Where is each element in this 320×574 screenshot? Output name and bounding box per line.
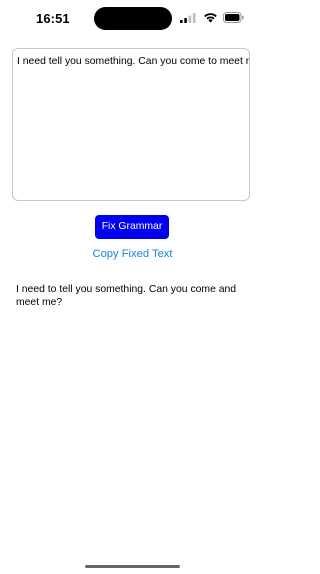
home-indicator[interactable] xyxy=(85,565,180,568)
cellular-signal-icon xyxy=(180,13,196,23)
copy-fixed-text-button[interactable]: Copy Fixed Text xyxy=(0,248,265,260)
fixed-text-output: I need to tell you something. Can you co… xyxy=(16,284,237,308)
dynamic-island xyxy=(94,7,172,30)
status-time: 16:51 xyxy=(36,11,70,26)
app-screen: 16:51 I need tell you something. Can you… xyxy=(0,0,265,574)
wifi-icon xyxy=(204,13,217,23)
status-bar: 16:51 xyxy=(0,0,265,38)
grammar-input-textarea[interactable]: I need tell you something. Can you come … xyxy=(12,48,250,201)
status-icons xyxy=(180,12,244,24)
battery-icon xyxy=(223,12,244,23)
input-text: I need tell you something. Can you come … xyxy=(17,56,250,67)
fix-grammar-button[interactable]: Fix Grammar xyxy=(95,215,169,239)
